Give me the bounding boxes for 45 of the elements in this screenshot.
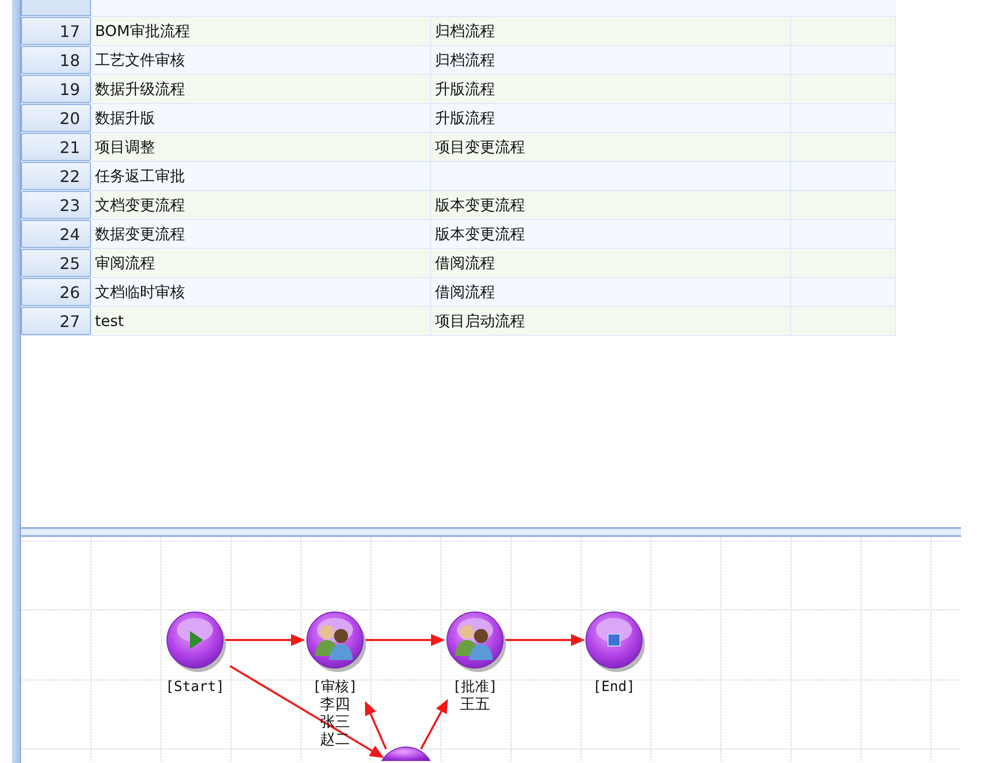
node-label: [End] (592, 679, 636, 695)
arrow (420, 699, 448, 750)
row-number[interactable]: 19 (21, 75, 91, 103)
assignee-name: 赵二 (320, 730, 350, 748)
table-cell: 归档流程 (431, 17, 791, 45)
table-cell: 借阅流程 (431, 278, 791, 306)
assignee-name: 王五 (460, 695, 490, 713)
table-cell: 借阅流程 (431, 249, 791, 277)
table-cell: 版本变更流程 (431, 220, 791, 248)
node-label: [批准] (452, 679, 498, 695)
row-number[interactable]: 18 (21, 46, 91, 74)
table-cell: test (91, 307, 431, 335)
start-node[interactable] (166, 612, 226, 672)
row-number[interactable]: 24 (21, 220, 91, 248)
table-cell: 归档流程 (431, 46, 791, 74)
table-cell: 升版流程 (431, 75, 791, 103)
row-number[interactable]: 22 (21, 162, 91, 190)
table-cell: 项目启动流程 (431, 307, 791, 335)
table-cell: 工艺文件审核 (91, 46, 431, 74)
assignee-name: 李四 (320, 695, 350, 713)
table-cell: 审阅流程 (91, 249, 431, 277)
table-cell: 文档变更流程 (91, 191, 431, 219)
table-cell: 数据变更流程 (91, 220, 431, 248)
row-number[interactable]: 26 (21, 278, 91, 306)
row-number[interactable]: 25 (21, 249, 91, 277)
task-node[interactable] (446, 612, 506, 672)
end-node[interactable] (586, 612, 645, 672)
node-label: [Start] (166, 679, 224, 695)
table-cell: 版本变更流程 (431, 191, 791, 219)
table-cell: 升版流程 (431, 104, 791, 132)
task-node[interactable] (381, 746, 431, 761)
table-cell: 项目调整 (91, 133, 431, 161)
table-cell: 数据升版 (91, 104, 431, 132)
table-cell: 数据升级流程 (91, 75, 431, 103)
row-number[interactable]: 17 (21, 17, 91, 45)
table-cell: 任务返工审批 (91, 162, 431, 190)
row-number[interactable]: 21 (21, 133, 91, 161)
table-cell: 文档临时审核 (91, 278, 431, 306)
task-node[interactable] (306, 612, 366, 672)
table-cell: BOM审批流程 (91, 17, 431, 45)
table-cell: 项目变更流程 (431, 133, 791, 161)
row-number[interactable]: 23 (21, 191, 91, 219)
row-number[interactable]: 20 (21, 104, 91, 132)
row-number[interactable]: 27 (21, 307, 91, 335)
node-label: [审核] (312, 679, 358, 695)
